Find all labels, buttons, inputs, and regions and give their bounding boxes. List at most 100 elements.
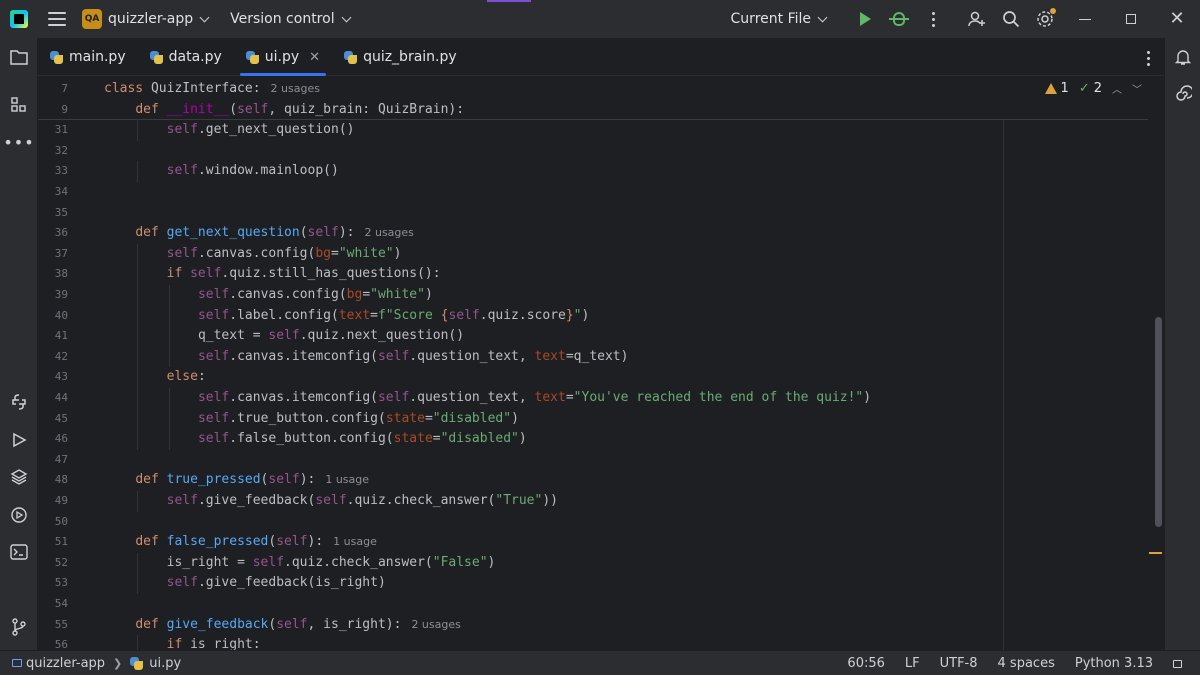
- run-button[interactable]: [848, 0, 882, 38]
- chevron-down-icon[interactable]: [199, 12, 210, 22]
- version-control-label: Version control: [230, 11, 335, 27]
- python-interpreter[interactable]: Python 3.13: [1075, 656, 1153, 671]
- ai-assistant-button[interactable]: [1172, 83, 1194, 105]
- code-text: is_right = self.quiz.check_answer("False…: [167, 553, 496, 574]
- indent-setting[interactable]: 4 spaces: [998, 656, 1055, 671]
- restore-button[interactable]: [1108, 0, 1154, 38]
- code-line: 34: [38, 182, 1148, 203]
- code-text: def false_pressed(self): 1 usage: [135, 532, 377, 553]
- status-bar: quizzler-app ❯ ui.py 60:56 LF UTF-8 4 sp…: [0, 650, 1200, 675]
- debug-button[interactable]: [882, 0, 916, 38]
- tab-main-py[interactable]: main.py: [38, 38, 138, 76]
- code-line: 32: [38, 141, 1148, 162]
- code-token: =: [424, 410, 433, 426]
- code-token: true_pressed: [166, 472, 261, 488]
- run-tool-button[interactable]: [8, 429, 30, 451]
- indent-guide: [137, 388, 139, 409]
- close-icon: ✕: [1169, 8, 1185, 29]
- minimize-button[interactable]: [1062, 0, 1108, 38]
- code-token: self: [197, 431, 230, 447]
- structure-tool-button[interactable]: [8, 94, 30, 116]
- project-badge[interactable]: QA: [82, 9, 102, 29]
- line-number: 35: [54, 205, 68, 219]
- project-name[interactable]: quizzler-app: [108, 11, 193, 27]
- lock-icon[interactable]: [1173, 659, 1182, 668]
- layers-icon: [10, 469, 28, 485]
- line-number: 50: [54, 514, 68, 528]
- code-text: self.canvas.config(bg="white"): [198, 285, 433, 306]
- line-number: 48: [54, 473, 68, 487]
- tab-ui-py[interactable]: ui.py ✕: [234, 38, 332, 76]
- breadcrumb-file[interactable]: ui.py: [149, 656, 181, 671]
- previous-highlight-icon[interactable]: ︿: [1112, 81, 1122, 96]
- line-separator[interactable]: LF: [905, 656, 920, 671]
- tab-quiz-brain-py[interactable]: quiz_brain.py: [332, 38, 469, 76]
- code-text: self.get_next_question(): [167, 120, 355, 141]
- more-actions-button[interactable]: [916, 0, 950, 38]
- code-line: 39 self.canvas.config(bg="white"): [38, 285, 1148, 306]
- code-token: .quiz.check_answer(: [346, 493, 496, 508]
- line-number: 55: [54, 617, 68, 631]
- usages-hint[interactable]: 2 usages: [364, 226, 413, 239]
- settings-button[interactable]: [1028, 0, 1062, 38]
- caret-position[interactable]: 60:56: [847, 656, 884, 671]
- git-button[interactable]: [8, 616, 30, 638]
- services-button[interactable]: [8, 504, 30, 526]
- notifications-button[interactable]: [1172, 46, 1194, 68]
- inspection-widget[interactable]: 1 ✓ 2 ︿ ﹀: [1044, 81, 1142, 96]
- indent-guide: [137, 367, 139, 388]
- play-icon: [859, 12, 871, 26]
- run-config-selector[interactable]: Current File: [731, 11, 828, 27]
- indent-guide: [137, 285, 139, 306]
- vertical-scrollbar[interactable]: [1155, 317, 1162, 527]
- code-token: self: [166, 493, 198, 508]
- tab-options-icon[interactable]: [1147, 51, 1150, 66]
- code-text: def __init__(self, quiz_brain: QuizBrain…: [135, 100, 464, 121]
- code-editor[interactable]: 7 class QuizInterface: 2 usages 9 def __init…: [38, 77, 1164, 650]
- python-console-button[interactable]: [8, 466, 30, 488]
- breadcrumb-project[interactable]: quizzler-app: [26, 656, 105, 671]
- indent-guide: [137, 635, 139, 650]
- version-control-menu[interactable]: Version control: [230, 11, 352, 27]
- terminal-button[interactable]: [8, 541, 30, 563]
- next-highlight-icon[interactable]: ﹀: [1132, 81, 1142, 96]
- usages-hint[interactable]: 1 usage: [333, 535, 377, 548]
- indent-guide: [168, 326, 170, 347]
- code-line: 51 def false_pressed(self): 1 usage: [38, 532, 1148, 553]
- code-token: state: [393, 431, 433, 447]
- code-line: 43 else:: [38, 367, 1148, 388]
- code-with-me-button[interactable]: [960, 0, 994, 38]
- code-token: ): [518, 431, 527, 447]
- tab-data-py[interactable]: data.py: [138, 38, 234, 76]
- line-number: 56: [54, 638, 68, 650]
- close-tab-icon[interactable]: ✕: [309, 50, 320, 65]
- bell-icon: [1174, 50, 1192, 65]
- folder-icon: [10, 50, 28, 65]
- services-icon: [11, 507, 27, 523]
- python-packages-button[interactable]: [8, 391, 30, 413]
- line-number: 36: [54, 226, 68, 240]
- line-number: 52: [54, 555, 68, 569]
- search-button[interactable]: [994, 0, 1028, 38]
- code-token: "You've reached the end of the quiz!": [573, 390, 864, 405]
- code-text: self.give_feedback(self.quiz.check_answe…: [167, 491, 558, 512]
- usages-hint[interactable]: 1 usage: [325, 473, 369, 486]
- update-dot: [1050, 8, 1056, 14]
- code-token: =: [362, 287, 371, 302]
- indent-guide: [137, 243, 139, 265]
- main-menu-icon[interactable]: [48, 12, 66, 26]
- project-tool-button[interactable]: [8, 46, 30, 68]
- title-accent-bar: [487, 0, 531, 2]
- code-line: 48 def true_pressed(self): 1 usage: [38, 470, 1148, 491]
- code-token: text: [534, 348, 566, 364]
- code-token: if: [166, 266, 191, 282]
- usages-hint[interactable]: 2 usages: [411, 618, 460, 631]
- code-line: 31 self.get_next_question(): [38, 120, 1148, 141]
- warning-marker[interactable]: [1149, 552, 1162, 554]
- usages-hint[interactable]: 2 usages: [271, 82, 320, 95]
- file-encoding[interactable]: UTF-8: [940, 656, 978, 671]
- code-line: 36 def get_next_question(self): 2 usages: [38, 223, 1148, 244]
- more-tools-button[interactable]: •••: [3, 131, 33, 153]
- line-number: 42: [54, 349, 68, 363]
- close-window-button[interactable]: ✕: [1154, 0, 1200, 38]
